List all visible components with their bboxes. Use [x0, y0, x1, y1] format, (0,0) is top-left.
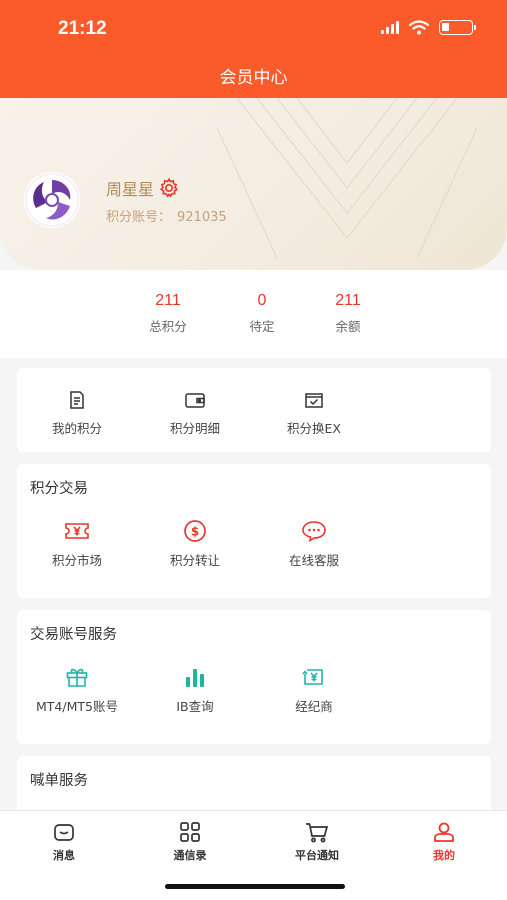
stat-balance[interactable]: 211 余额: [308, 292, 388, 335]
gear-icon[interactable]: [158, 177, 180, 199]
menu-points-detail[interactable]: 积分明细: [135, 390, 255, 437]
home-indicator: [165, 884, 345, 889]
avatar[interactable]: [24, 172, 80, 228]
chat-bubble-icon: [302, 521, 326, 542]
page-title: 会员中心: [219, 68, 288, 88]
stat-label: 总积分: [149, 319, 187, 334]
wallet-icon: [185, 393, 205, 408]
stat-value: 211: [155, 292, 181, 309]
stat-value: 211: [335, 292, 361, 309]
yen-ticket-icon: [65, 523, 89, 539]
stat-value: 0: [257, 292, 267, 309]
cart-icon: [306, 823, 329, 843]
stat-total[interactable]: 211 总积分: [128, 292, 208, 335]
order-service-card: 喊单服务: [17, 756, 491, 816]
tab-mine[interactable]: 我的: [394, 821, 494, 863]
tab-platform-notice[interactable]: 平台通知: [267, 821, 367, 863]
yen-refresh-icon: [302, 669, 323, 685]
background-pattern: [217, 98, 477, 259]
account-service-card: 交易账号服务 MT4/MT5账号 IB查询 经纪商: [17, 610, 491, 744]
account-label: 积分账号：: [106, 210, 172, 225]
account-info: 积分账号： 921035: [106, 206, 227, 225]
battery-icon: [439, 20, 476, 35]
menu-broker[interactable]: 经纪商: [254, 666, 374, 715]
stat-pending[interactable]: 0 待定: [222, 292, 302, 335]
menu-label: 积分转让: [169, 553, 220, 568]
points-trade-card: 积分交易 积分市场 $ 积分转让 在线客服: [17, 464, 491, 598]
menu-label: 积分换EX: [287, 421, 341, 436]
menu-my-points[interactable]: 我的积分: [17, 390, 137, 437]
menu-mt-account[interactable]: MT4/MT5账号: [17, 666, 137, 715]
section-title: 交易账号服务: [30, 627, 117, 643]
menu-label: IB查询: [176, 699, 214, 714]
document-icon: [70, 391, 84, 409]
menu-points-market[interactable]: 积分市场: [17, 520, 137, 569]
grid-icon: [180, 822, 200, 842]
points-stats: 211 总积分 0 待定 211 余额: [0, 270, 507, 358]
menu-label: 我的积分: [51, 421, 102, 436]
menu-label: MT4/MT5账号: [36, 699, 118, 714]
username-text: 周星星: [106, 180, 155, 199]
quick-menu-card: 我的积分 积分明细 积分换EX: [17, 368, 491, 452]
gift-icon: [66, 668, 88, 687]
avatar-logo-icon: [25, 173, 79, 227]
user-icon: [434, 822, 454, 842]
exchange-box-icon: [305, 393, 323, 408]
username: 周星星: [106, 176, 180, 200]
svg-text:$: $: [191, 525, 199, 539]
signal-icon: [381, 21, 399, 34]
stat-label: 待定: [249, 319, 275, 334]
menu-ib-query[interactable]: IB查询: [135, 666, 255, 715]
menu-label: 积分明细: [169, 421, 220, 436]
dollar-circle-icon: $: [184, 520, 206, 542]
menu-points-exchange[interactable]: 积分换EX: [254, 390, 374, 437]
stat-label: 余额: [335, 319, 361, 334]
status-icons: [381, 20, 476, 35]
status-time: 21:12: [58, 18, 107, 39]
menu-points-transfer[interactable]: $ 积分转让: [135, 520, 255, 569]
section-title: 积分交易: [30, 481, 88, 497]
profile-header: 周星星 积分账号： 921035: [0, 98, 507, 270]
tab-messages[interactable]: 消息: [14, 821, 114, 863]
bar-chart-icon: [186, 669, 204, 687]
account-number: 921035: [177, 210, 227, 225]
menu-label: 积分市场: [51, 553, 102, 568]
menu-label: 在线客服: [288, 553, 339, 568]
section-title: 喊单服务: [30, 773, 88, 789]
tab-label: 通信录: [173, 849, 207, 862]
message-icon: [54, 824, 74, 841]
tab-label: 平台通知: [295, 849, 339, 862]
tab-contacts[interactable]: 通信录: [140, 821, 240, 863]
nav-bar: 会员中心: [0, 52, 507, 98]
menu-label: 经纪商: [295, 699, 333, 714]
tab-label: 消息: [53, 849, 75, 862]
wifi-icon: [409, 20, 429, 35]
status-bar: 21:12: [0, 0, 507, 52]
tab-label: 我的: [433, 849, 455, 862]
menu-online-service[interactable]: 在线客服: [254, 520, 374, 569]
